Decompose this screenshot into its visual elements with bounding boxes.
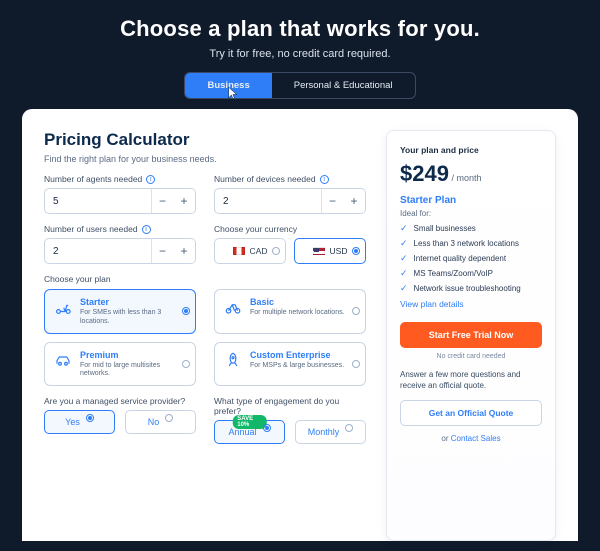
ideal-for-label: Ideal for: — [400, 209, 542, 218]
radio-icon — [352, 247, 360, 255]
devices-stepper: 2 − + — [214, 188, 366, 214]
start-trial-button[interactable]: Start Free Trial Now — [400, 322, 542, 348]
msp-yes[interactable]: Yes — [44, 410, 115, 434]
view-details-link[interactable]: View plan details — [400, 299, 464, 309]
devices-plus[interactable]: + — [343, 189, 365, 213]
radio-icon — [272, 247, 280, 255]
engagement-label: What type of engagement do you prefer? — [214, 396, 366, 416]
radio-icon — [182, 360, 190, 368]
calculator-subtitle: Find the right plan for your business ne… — [44, 154, 366, 164]
devices-value[interactable]: 2 — [215, 189, 321, 213]
msp-no[interactable]: No — [125, 410, 196, 434]
msp-field: Are you a managed service provider? Yes … — [44, 396, 196, 444]
agents-label: Number of agents needed — [44, 174, 142, 184]
check-icon: ✓ — [400, 284, 408, 293]
no-card-note: No credit card needed — [400, 353, 542, 360]
tab-personal[interactable]: Personal & Educational — [272, 73, 415, 98]
feature-item: Internet quality dependent — [414, 254, 507, 263]
check-icon: ✓ — [400, 239, 408, 248]
radio-icon — [352, 360, 360, 368]
msp-label: Are you a managed service provider? — [44, 396, 196, 406]
page-subtitle: Try it for free, no credit card required… — [0, 48, 600, 60]
feature-item: MS Teams/Zoom/VoIP — [414, 269, 493, 278]
hero: Choose a plan that works for you. Try it… — [0, 0, 600, 109]
check-icon: ✓ — [400, 254, 408, 263]
engagement-annual[interactable]: SAVE 10% Annual — [214, 420, 285, 444]
feature-item: Network issue troubleshooting — [414, 284, 521, 293]
radio-icon — [263, 424, 271, 432]
agents-field: Number of agents needed i 5 − + — [44, 174, 196, 214]
price-display: $249 / month — [400, 161, 542, 187]
users-label: Number of users needed — [44, 224, 138, 234]
scooter-icon — [53, 297, 73, 317]
currency-field: Choose your currency CAD USD — [214, 224, 366, 264]
agents-minus[interactable]: − — [151, 189, 173, 213]
get-quote-button[interactable]: Get an Official Quote — [400, 400, 542, 426]
devices-field: Number of devices needed i 2 − + — [214, 174, 366, 214]
currency-label: Choose your currency — [214, 224, 366, 234]
agents-stepper: 5 − + — [44, 188, 196, 214]
feature-list: ✓ Small businesses ✓ Less than 3 network l… — [400, 224, 542, 293]
engagement-monthly[interactable]: Monthly — [295, 420, 366, 444]
summary-heading: Your plan and price — [400, 145, 542, 155]
check-icon: ✓ — [400, 269, 408, 278]
currency-usd[interactable]: USD — [294, 238, 366, 264]
users-value[interactable]: 2 — [45, 239, 151, 263]
info-icon[interactable]: i — [142, 225, 151, 234]
feature-item: Less than 3 network locations — [414, 239, 519, 248]
plan-starter[interactable]: StarterFor SMEs with less than 3 locatio… — [44, 289, 196, 334]
quote-prompt: Answer a few more questions and receive … — [400, 370, 542, 392]
plan-basic[interactable]: BasicFor multiple network locations. — [214, 289, 366, 334]
tab-business-label: Business — [207, 80, 249, 91]
car-icon — [53, 350, 73, 370]
calculator-panel: Pricing Calculator Find the right plan f… — [44, 130, 366, 541]
check-icon: ✓ — [400, 224, 408, 233]
users-stepper: 2 − + — [44, 238, 196, 264]
radio-icon — [165, 414, 173, 422]
plan-section-label: Choose your plan — [44, 274, 366, 284]
tab-business[interactable]: Business — [185, 73, 271, 98]
devices-label: Number of devices needed — [214, 174, 316, 184]
contact-sales-link[interactable]: Contact Sales — [451, 434, 501, 443]
users-minus[interactable]: − — [151, 239, 173, 263]
flag-us-icon — [313, 247, 325, 255]
radio-icon — [182, 307, 190, 315]
rocket-icon — [223, 350, 243, 370]
info-icon[interactable]: i — [320, 175, 329, 184]
flag-ca-icon — [233, 247, 245, 255]
radio-icon — [86, 414, 94, 422]
pricing-sheet: Pricing Calculator Find the right plan f… — [22, 109, 578, 541]
engagement-field: What type of engagement do you prefer? S… — [214, 396, 366, 444]
summary-panel: Your plan and price $249 / month Starter… — [386, 130, 556, 541]
plan-enterprise[interactable]: Custom EnterpriseFor MSPs & large busine… — [214, 342, 366, 387]
users-field: Number of users needed i 2 − + — [44, 224, 196, 264]
currency-cad[interactable]: CAD — [214, 238, 286, 264]
users-plus[interactable]: + — [173, 239, 195, 263]
or-contact: or Contact Sales — [400, 434, 542, 443]
radio-icon — [345, 424, 353, 432]
bike-icon — [223, 297, 243, 317]
plan-premium[interactable]: PremiumFor mid to large multisites netwo… — [44, 342, 196, 387]
agents-plus[interactable]: + — [173, 189, 195, 213]
info-icon[interactable]: i — [146, 175, 155, 184]
devices-minus[interactable]: − — [321, 189, 343, 213]
audience-tabs: Business Personal & Educational — [184, 72, 415, 99]
radio-icon — [352, 307, 360, 315]
agents-value[interactable]: 5 — [45, 189, 151, 213]
feature-item: Small businesses — [414, 224, 476, 233]
page-title: Choose a plan that works for you. — [0, 16, 600, 42]
plan-name: Starter Plan — [400, 195, 542, 206]
calculator-title: Pricing Calculator — [44, 130, 366, 150]
